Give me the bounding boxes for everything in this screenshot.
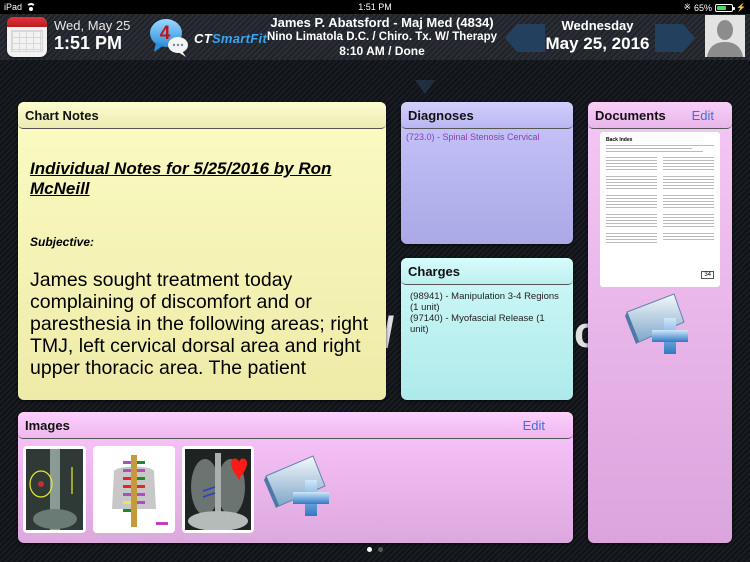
document-title: Back Index	[606, 137, 633, 143]
diagnoses-title: Diagnoses	[408, 107, 474, 123]
messages-button[interactable]: 4	[148, 16, 190, 58]
chevron-left-icon	[505, 24, 545, 52]
folder-plus-icon	[264, 455, 329, 516]
xray-image	[26, 449, 83, 530]
patient-name: James P. Abatsford - Maj Med (4834)	[270, 15, 494, 30]
images-header: Images Edit	[18, 412, 573, 439]
image-thumbnail-lumbar-xray[interactable]	[23, 446, 86, 533]
chest-xray-image	[185, 449, 251, 531]
next-day-button[interactable]	[655, 24, 695, 52]
status-time: 1:51 PM	[358, 2, 392, 12]
add-image-button[interactable]	[263, 446, 338, 526]
images-edit-button[interactable]: Edit	[523, 418, 573, 433]
diagnoses-panel[interactable]: Diagnoses (723.0) - Spinal Stenosis Cerv…	[401, 102, 573, 244]
message-count: 4	[160, 23, 171, 44]
folder-plus-icon	[625, 293, 688, 354]
app-header: Wed, May 25 1:51 PM 4 CTSmartFit James P…	[0, 14, 750, 60]
images-panel: Images Edit	[18, 412, 573, 543]
image-thumbnail-chest-xray[interactable]	[182, 446, 254, 533]
note-section-label: Subjective:	[30, 235, 95, 249]
chevron-right-icon	[655, 24, 695, 52]
chart-notes-header: Chart Notes	[18, 102, 386, 129]
full-date: May 25, 2016	[545, 34, 650, 53]
bluetooth-icon: ※	[683, 2, 692, 12]
charging-icon: ⚡	[736, 3, 746, 12]
previous-day-button[interactable]	[505, 24, 545, 52]
document-score: 34	[701, 271, 714, 279]
provider-info: Nino Limatola D.C. / Chiro. Tx. W/ Thera…	[266, 31, 498, 43]
user-silhouette-icon	[705, 15, 745, 57]
charges-panel[interactable]: Charges (98941) - Manipulation 3-4 Regio…	[401, 258, 573, 400]
header-date: Wed, May 25	[54, 18, 131, 33]
header-time: 1:51 PM	[54, 33, 123, 53]
battery-percent: 65%	[694, 2, 713, 13]
charge-item[interactable]: (98941) - Manipulation 3-4 Regions (1 un…	[410, 291, 564, 313]
chart-notes-body[interactable]: Individual Notes for 5/25/2016 by Ron Mc…	[18, 159, 386, 379]
documents-panel: Documents Edit Back Index 34	[588, 102, 732, 543]
document-thumbnail[interactable]: Back Index 34	[600, 132, 720, 287]
documents-title: Documents	[595, 107, 666, 123]
appointment-status: 8:10 AM / Done	[339, 44, 425, 58]
charge-item[interactable]: (97140) - Myofascial Release (1 unit)	[410, 313, 564, 335]
day-name: Wednesday	[561, 18, 634, 33]
calendar-icon[interactable]	[7, 17, 47, 57]
documents-edit-button[interactable]: Edit	[692, 108, 732, 123]
chat-bubble-icon: 4	[150, 19, 188, 57]
add-document-button[interactable]	[624, 292, 699, 362]
brand-logo: CTSmartFit	[194, 31, 268, 46]
chart-notes-title: Chart Notes	[25, 107, 99, 123]
battery-icon	[715, 3, 736, 12]
charges-header: Charges	[401, 258, 573, 285]
documents-header: Documents Edit	[588, 102, 732, 129]
page-indicator[interactable]	[0, 547, 750, 552]
chart-notes-panel[interactable]: Chart Notes Individual Notes for 5/25/20…	[18, 102, 386, 400]
page-dot-2[interactable]	[378, 547, 383, 552]
status-bar: iPad 1:51 PM ※ 65% ⚡	[0, 0, 750, 14]
patient-info[interactable]: James P. Abatsford - Maj Med (4834) Nino…	[262, 15, 502, 58]
note-heading: Individual Notes for 5/25/2016 by Ron Mc…	[30, 159, 332, 198]
charges-title: Charges	[408, 263, 461, 279]
note-text: James sought treatment today complaining…	[30, 269, 369, 379]
page-dot-1[interactable]	[367, 547, 372, 552]
diagnoses-header: Diagnoses	[401, 102, 573, 129]
image-thumbnail-spine-chart[interactable]	[93, 446, 175, 533]
diagnosis-item[interactable]: (723.0) - Spinal Stenosis Cervical	[401, 129, 573, 145]
images-title: Images	[25, 417, 70, 433]
spine-chart-image	[96, 449, 172, 530]
patient-avatar[interactable]	[705, 15, 745, 57]
